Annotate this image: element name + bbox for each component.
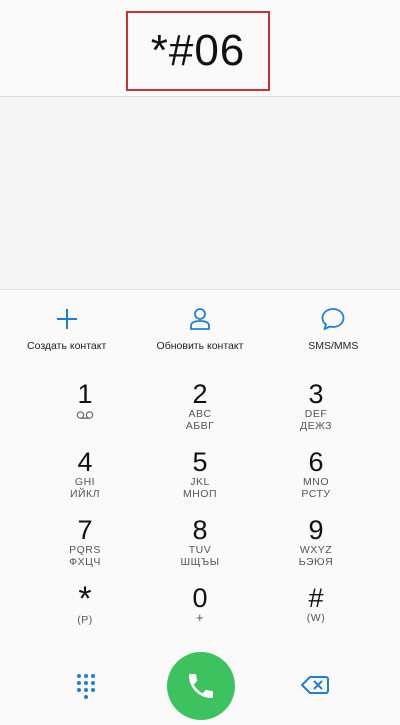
key-2[interactable]: 2 ABC АБВГ — [140, 366, 260, 432]
key-letters-latin: JKL — [190, 476, 210, 488]
create-contact-button[interactable]: Создать контакт — [0, 290, 133, 366]
key-letters-cyrillic: ФХЦЧ — [69, 556, 101, 568]
number-display-area: *#06 — [0, 0, 400, 97]
key-letters-latin: MNO — [303, 476, 329, 488]
key-letters-latin: + — [195, 610, 205, 625]
key-digit: 5 — [192, 447, 208, 477]
update-contact-button[interactable]: Обновить контакт — [133, 290, 266, 366]
key-letters-latin: GHI — [74, 476, 96, 488]
key-letters-cyrillic: ЬЭЮЯ — [298, 556, 334, 568]
dialed-number-highlight: *#06 — [126, 11, 270, 91]
backspace-icon — [301, 676, 329, 694]
key-digit: * — [78, 580, 92, 618]
key-6[interactable]: 6 MNO РСТУ — [256, 434, 376, 500]
key-digit: 1 — [77, 379, 93, 409]
bottom-action-bar — [0, 646, 400, 725]
key-digit: 8 — [192, 515, 208, 545]
call-button[interactable] — [167, 652, 235, 720]
create-contact-label: Создать контакт — [27, 340, 107, 352]
key-letters-latin: TUV — [188, 544, 212, 556]
update-contact-label: Обновить контакт — [156, 340, 244, 352]
key-0[interactable]: 0 + — [140, 570, 260, 636]
person-icon — [190, 308, 210, 330]
plus-icon — [56, 309, 77, 329]
key-digit: 4 — [77, 447, 93, 477]
dialpad-grid-icon — [77, 674, 95, 699]
key-letters-latin: ABC — [188, 408, 212, 420]
key-letters-latin: PQRS — [69, 544, 101, 556]
key-4[interactable]: 4 GHI ИЙКЛ — [25, 434, 145, 500]
key-8[interactable]: 8 TUV ШЩЪЫ — [140, 502, 260, 568]
dial-keypad: 1 2 ABC АБВГ 3 DEF ДЕЖЗ 4 GHI ИЙКЛ 5 JKL… — [0, 366, 400, 646]
delete-button[interactable] — [300, 673, 330, 697]
key-9[interactable]: 9 WXYZ ЬЭЮЯ — [256, 502, 376, 568]
key-letters-latin: DEF — [304, 408, 328, 420]
key-digit: 9 — [308, 515, 324, 545]
quick-actions-bar: Создать контакт Обновить контакт SMS/MMS — [0, 289, 400, 367]
sms-mms-label: SMS/MMS — [308, 340, 359, 352]
key-letters-cyrillic: ДЕЖЗ — [299, 420, 333, 432]
chat-bubble-icon — [321, 308, 345, 330]
key-digit: 3 — [308, 379, 324, 409]
key-letters-latin: (W) — [306, 612, 326, 624]
key-letters-cyrillic: ШЩЪЫ — [180, 556, 220, 568]
key-digit: 2 — [192, 379, 208, 409]
key-digit: 6 — [308, 447, 324, 477]
phone-icon — [189, 674, 213, 698]
key-5[interactable]: 5 JKL МНОП — [140, 434, 260, 500]
key-digit: # — [308, 583, 324, 613]
key-digit: 0 — [192, 583, 208, 613]
key-7[interactable]: 7 PQRS ФХЦЧ — [25, 502, 145, 568]
key-letters-cyrillic: ИЙКЛ — [69, 488, 101, 500]
suggestions-area — [0, 97, 400, 289]
key-letters-cyrillic: МНОП — [182, 488, 218, 500]
voicemail-icon — [76, 411, 94, 419]
sms-mms-button[interactable]: SMS/MMS — [267, 290, 400, 366]
key-hash[interactable]: # (W) — [256, 570, 376, 636]
key-letters-cyrillic: РСТУ — [301, 488, 331, 500]
key-star[interactable]: * (P) — [25, 570, 145, 636]
dialed-number: *#06 — [150, 26, 246, 75]
key-letters-cyrillic: АБВГ — [185, 420, 215, 432]
key-letters-latin: WXYZ — [299, 544, 333, 556]
dialpad-toggle-button[interactable] — [72, 672, 100, 700]
key-1[interactable]: 1 — [25, 366, 145, 432]
key-digit: 7 — [77, 515, 93, 545]
key-3[interactable]: 3 DEF ДЕЖЗ — [256, 366, 376, 432]
key-letters-latin: (P) — [77, 614, 93, 626]
